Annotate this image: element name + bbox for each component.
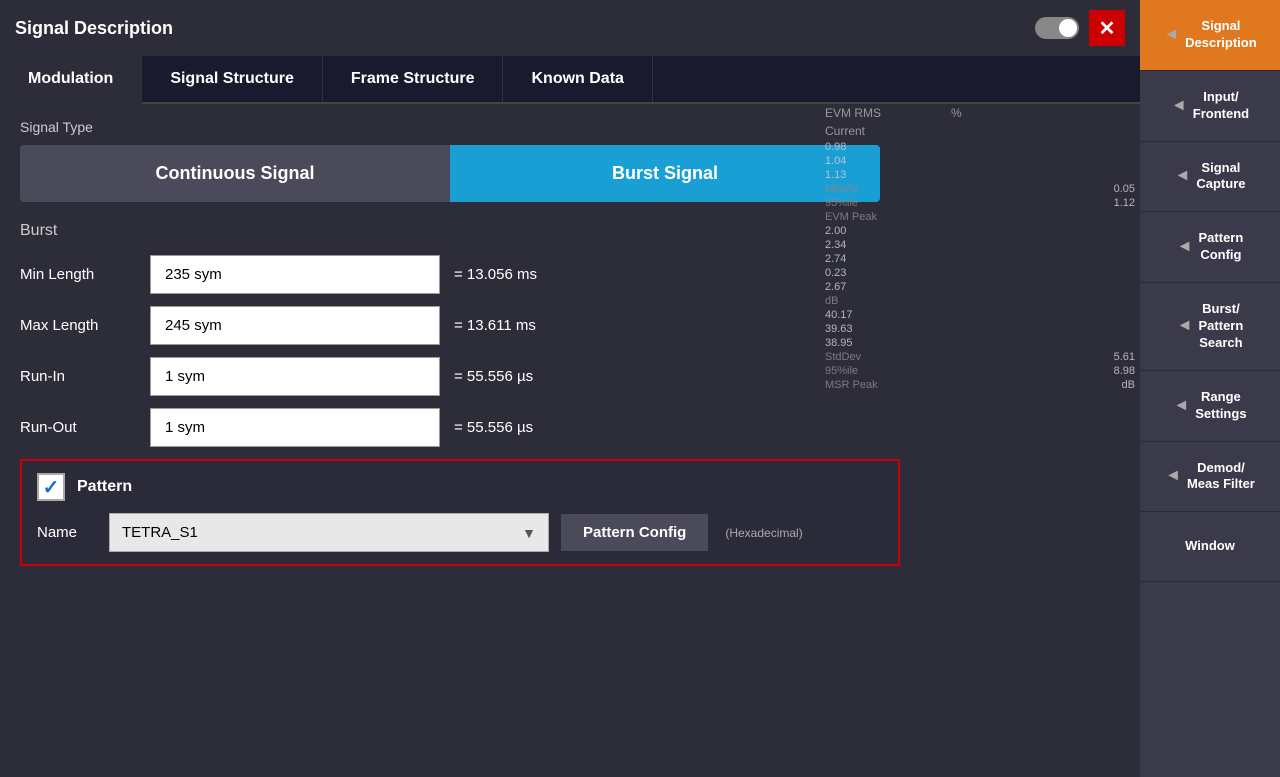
- pattern-name-select[interactable]: TETRA_S1 ▼: [109, 513, 549, 552]
- min-length-row: Min Length 235 sym = 13.056 ms: [20, 255, 1120, 294]
- arrow-icon-5: ◄: [1173, 397, 1189, 415]
- sidebar-label-0: SignalDescription: [1185, 18, 1257, 52]
- name-field-label: Name: [37, 524, 97, 541]
- run-out-input[interactable]: 1 sym: [150, 408, 440, 447]
- tab-frame-structure[interactable]: Frame Structure: [323, 56, 504, 102]
- hex-label: (Hexadecimal): [725, 526, 802, 540]
- signal-type-label: Signal Type: [20, 119, 1120, 135]
- signal-description-dialog: Signal Description ✕ Modulation Signal S…: [0, 0, 1140, 777]
- sidebar-label-6: Demod/Meas Filter: [1187, 460, 1255, 494]
- max-length-label: Max Length: [20, 317, 150, 334]
- pattern-name-value: TETRA_S1: [122, 524, 198, 541]
- dialog-title: Signal Description: [15, 18, 173, 39]
- sidebar-label-1: Input/Frontend: [1193, 89, 1249, 123]
- run-out-unit: = 55.556 µs: [454, 419, 533, 436]
- tab-known-data[interactable]: Known Data: [503, 56, 652, 102]
- sidebar-label-7: Window: [1185, 538, 1235, 555]
- pattern-header: ✓ Pattern: [37, 473, 883, 501]
- sidebar-item-pattern-config[interactable]: ◄ PatternConfig: [1140, 212, 1280, 283]
- sidebar-label-2: SignalCapture: [1196, 160, 1245, 194]
- max-length-row: Max Length 245 sym = 13.611 ms: [20, 306, 1120, 345]
- tab-bar: Modulation Signal Structure Frame Struct…: [0, 56, 1140, 104]
- min-length-input[interactable]: 235 sym: [150, 255, 440, 294]
- arrow-icon-0: ◄: [1163, 26, 1179, 44]
- pattern-checkbox[interactable]: ✓: [37, 473, 65, 501]
- pattern-config-button[interactable]: Pattern Config: [561, 514, 708, 551]
- burst-section-label: Burst: [20, 217, 1120, 240]
- run-out-row: Run-Out 1 sym = 55.556 µs: [20, 408, 1120, 447]
- run-in-unit: = 55.556 µs: [454, 368, 533, 385]
- run-in-input[interactable]: 1 sym: [150, 357, 440, 396]
- arrow-icon-2: ◄: [1175, 167, 1191, 185]
- run-in-row: Run-In 1 sym = 55.556 µs: [20, 357, 1120, 396]
- max-length-input[interactable]: 245 sym: [150, 306, 440, 345]
- signal-type-buttons: Continuous Signal Burst Signal: [20, 145, 880, 202]
- sidebar-label-4: Burst/PatternSearch: [1199, 301, 1244, 352]
- checkbox-checkmark: ✓: [43, 475, 60, 500]
- tab-modulation[interactable]: Modulation: [0, 56, 142, 104]
- evm-row-7: 2.34: [820, 238, 1140, 252]
- run-out-label: Run-Out: [20, 419, 150, 436]
- sidebar-item-signal-description[interactable]: ◄ SignalDescription: [1140, 0, 1280, 71]
- sidebar-item-demod-meas-filter[interactable]: ◄ Demod/Meas Filter: [1140, 442, 1280, 513]
- sidebar-item-signal-capture[interactable]: ◄ SignalCapture: [1140, 142, 1280, 213]
- arrow-icon-3: ◄: [1177, 238, 1193, 256]
- max-length-unit: = 13.611 ms: [454, 317, 536, 334]
- sidebar-item-burst-pattern-search[interactable]: ◄ Burst/PatternSearch: [1140, 283, 1280, 371]
- select-arrow-icon: ▼: [522, 525, 536, 541]
- toggle-knob: [1059, 19, 1077, 37]
- close-button[interactable]: ✕: [1089, 10, 1125, 46]
- pattern-label: Pattern: [77, 478, 132, 496]
- pattern-name-row: Name TETRA_S1 ▼ Pattern Config (Hexadeci…: [37, 513, 883, 552]
- right-sidebar: ◄ SignalDescription ◄ Input/Frontend ◄ S…: [1140, 0, 1280, 777]
- sidebar-label-3: PatternConfig: [1199, 230, 1244, 264]
- min-length-label: Min Length: [20, 266, 150, 283]
- arrow-icon-1: ◄: [1171, 97, 1187, 115]
- continuous-signal-button[interactable]: Continuous Signal: [20, 145, 450, 202]
- run-in-label: Run-In: [20, 368, 150, 385]
- burst-signal-button[interactable]: Burst Signal: [450, 145, 880, 202]
- sidebar-label-5: RangeSettings: [1195, 389, 1246, 423]
- arrow-icon-6: ◄: [1165, 467, 1181, 485]
- toggle-switch[interactable]: [1035, 17, 1079, 39]
- sidebar-item-input-frontend[interactable]: ◄ Input/Frontend: [1140, 71, 1280, 142]
- sidebar-item-range-settings[interactable]: ◄ RangeSettings: [1140, 371, 1280, 442]
- sidebar-item-window[interactable]: Window: [1140, 512, 1280, 582]
- tab-signal-structure[interactable]: Signal Structure: [142, 56, 323, 102]
- pattern-section: ✓ Pattern Name TETRA_S1 ▼ Pattern Config…: [20, 459, 900, 566]
- content-area: EVM RMS % Current 0.98 1.04 1.13 Min/Av0…: [0, 104, 1140, 777]
- title-controls: ✕: [1035, 10, 1125, 46]
- min-length-unit: = 13.056 ms: [454, 266, 537, 283]
- arrow-icon-4: ◄: [1177, 317, 1193, 335]
- title-bar: Signal Description ✕: [0, 0, 1140, 56]
